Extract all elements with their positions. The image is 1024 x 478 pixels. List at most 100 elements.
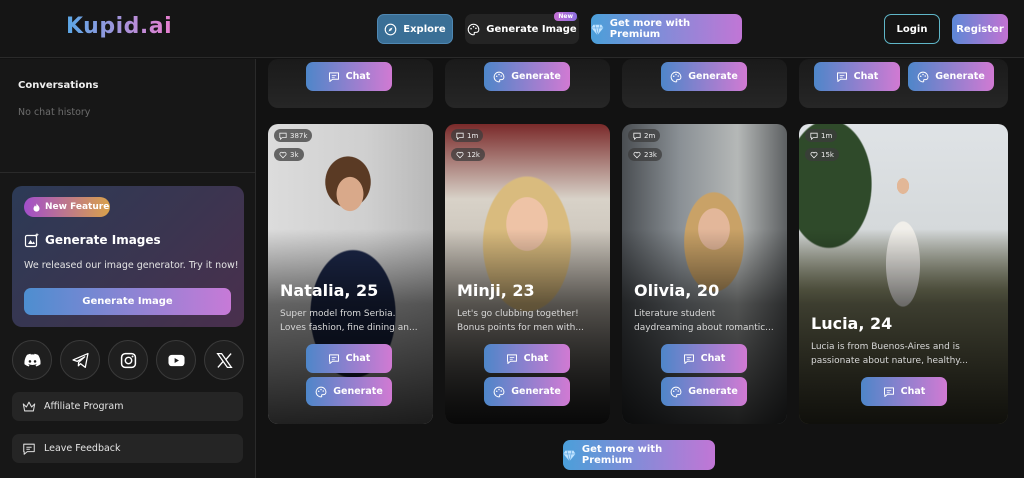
premium-bottom-button[interactable]: Get more with Premium xyxy=(563,440,715,470)
like-count-value: 15k xyxy=(821,150,834,159)
like-count-value: 3k xyxy=(290,150,299,159)
character-card-olivia[interactable]: 2m 23k Olivia, 20 Literature student day… xyxy=(622,124,787,424)
message-count-value: 387k xyxy=(290,131,308,140)
message-count-value: 2m xyxy=(644,131,656,140)
premium-bottom-label: Get more with Premium xyxy=(581,444,663,466)
character-card-natalia[interactable]: 387k 3k Natalia, 25 Super model from Ser… xyxy=(268,124,433,424)
palette-icon xyxy=(493,386,505,397)
premium-header-label: Get more with Premium xyxy=(609,18,691,40)
crown-icon xyxy=(22,401,36,411)
x-icon xyxy=(215,352,233,368)
chat-label: Chat xyxy=(345,71,371,82)
explore-button[interactable]: Explore xyxy=(377,14,453,44)
palette-icon xyxy=(670,386,682,397)
feature-title-text: Generate Images xyxy=(45,233,161,247)
message-icon xyxy=(810,132,818,140)
generate-label: Generate xyxy=(935,71,985,82)
chat-label: Chat xyxy=(523,353,549,364)
heart-icon xyxy=(279,151,287,158)
palette-icon xyxy=(493,71,505,82)
character-description-line-1: Lucia is from Buenos-Aires and is xyxy=(811,342,960,352)
sidebar: Conversations No chat history New Featur… xyxy=(0,59,256,478)
chat-icon xyxy=(836,71,847,82)
top-header: Kupid.ai Explore Generate Image New Get … xyxy=(0,0,1024,58)
generate-button[interactable]: Generate xyxy=(661,62,747,91)
new-feature-label: New Feature xyxy=(45,202,110,212)
character-description-line-1: Literature student xyxy=(634,309,716,319)
character-card-top-4[interactable]: Chat Generate xyxy=(799,59,1008,108)
character-card-lucia[interactable]: 1m 15k Lucia, 24 Lucia is from Buenos-Ai… xyxy=(799,124,1008,424)
discord-button[interactable] xyxy=(12,340,52,380)
generate-label: Generate xyxy=(688,71,738,82)
generate-image-label: Generate Image xyxy=(486,23,577,35)
chat-button[interactable]: Chat xyxy=(661,344,747,373)
affiliate-program-link[interactable]: Affiliate Program xyxy=(12,392,243,421)
generate-button[interactable]: Generate xyxy=(908,62,994,91)
message-icon xyxy=(456,132,464,140)
sidebar-divider xyxy=(0,172,256,173)
chat-button[interactable]: Chat xyxy=(814,62,900,91)
message-count: 2m xyxy=(628,129,661,142)
character-card-top-3[interactable]: Generate xyxy=(622,59,787,108)
generate-label: Generate xyxy=(511,386,561,397)
palette-icon xyxy=(917,71,929,82)
logo[interactable]: Kupid.ai xyxy=(66,14,172,39)
feedback-label: Leave Feedback xyxy=(44,443,121,454)
chat-button[interactable]: Chat xyxy=(484,344,570,373)
telegram-button[interactable] xyxy=(60,340,100,380)
feature-generate-image-button[interactable]: Generate Image xyxy=(24,288,231,315)
generate-button[interactable]: Generate xyxy=(306,377,392,406)
chat-button[interactable]: Chat xyxy=(306,62,392,91)
character-card-minji[interactable]: 1m 12k Minji, 23 Let's go clubbing toget… xyxy=(445,124,610,424)
affiliate-label: Affiliate Program xyxy=(44,401,124,412)
chat-label: Chat xyxy=(853,71,879,82)
character-description-line-2: daydreaming about romantic... xyxy=(634,323,774,333)
compass-icon xyxy=(384,23,397,35)
message-count-value: 1m xyxy=(467,131,479,140)
heart-icon xyxy=(633,151,641,158)
character-description-line-2: passionate about nature, healthy... xyxy=(811,356,968,366)
generate-button[interactable]: Generate xyxy=(484,62,570,91)
character-card-top-1[interactable]: Chat xyxy=(268,59,433,108)
premium-header-button[interactable]: Get more with Premium xyxy=(591,14,742,44)
message-icon xyxy=(633,132,641,140)
leave-feedback-link[interactable]: Leave Feedback xyxy=(12,434,243,463)
generate-button[interactable]: Generate xyxy=(661,377,747,406)
flame-icon xyxy=(33,202,40,212)
message-count: 387k xyxy=(274,129,313,142)
chat-button[interactable]: Chat xyxy=(306,344,392,373)
instagram-button[interactable] xyxy=(108,340,148,380)
like-count: 15k xyxy=(805,148,839,161)
x-twitter-button[interactable] xyxy=(204,340,244,380)
conversations-title: Conversations xyxy=(18,80,99,91)
diamond-icon xyxy=(591,24,604,35)
character-description-line-1: Let's go clubbing together! xyxy=(457,309,579,319)
image-sparkle-icon xyxy=(24,232,39,248)
generate-label: Generate xyxy=(688,386,738,397)
character-description-line-1: Super model from Serbia. xyxy=(280,309,396,319)
character-name: Minji, 23 xyxy=(457,281,535,300)
chat-button[interactable]: Chat xyxy=(861,377,947,406)
instagram-icon xyxy=(120,352,136,368)
character-name: Olivia, 20 xyxy=(634,281,720,300)
heart-icon xyxy=(810,151,818,158)
palette-icon xyxy=(468,23,480,35)
chat-label: Chat xyxy=(345,353,371,364)
youtube-icon xyxy=(167,354,185,366)
character-name: Lucia, 24 xyxy=(811,314,893,333)
new-feature-badge: New Feature xyxy=(24,197,110,217)
youtube-button[interactable] xyxy=(156,340,196,380)
no-chat-history: No chat history xyxy=(18,107,91,118)
register-button[interactable]: Register xyxy=(952,14,1008,44)
like-count: 12k xyxy=(451,148,485,161)
chat-label: Chat xyxy=(700,353,726,364)
feature-title: Generate Images xyxy=(24,232,161,248)
login-button[interactable]: Login xyxy=(884,14,940,44)
explore-label: Explore xyxy=(403,23,446,35)
generate-image-nav-button[interactable]: Generate Image New xyxy=(465,12,579,44)
generate-button[interactable]: Generate xyxy=(484,377,570,406)
character-name: Natalia, 25 xyxy=(280,281,379,300)
heart-icon xyxy=(456,151,464,158)
character-card-top-2[interactable]: Generate xyxy=(445,59,610,108)
like-count-value: 12k xyxy=(467,150,480,159)
